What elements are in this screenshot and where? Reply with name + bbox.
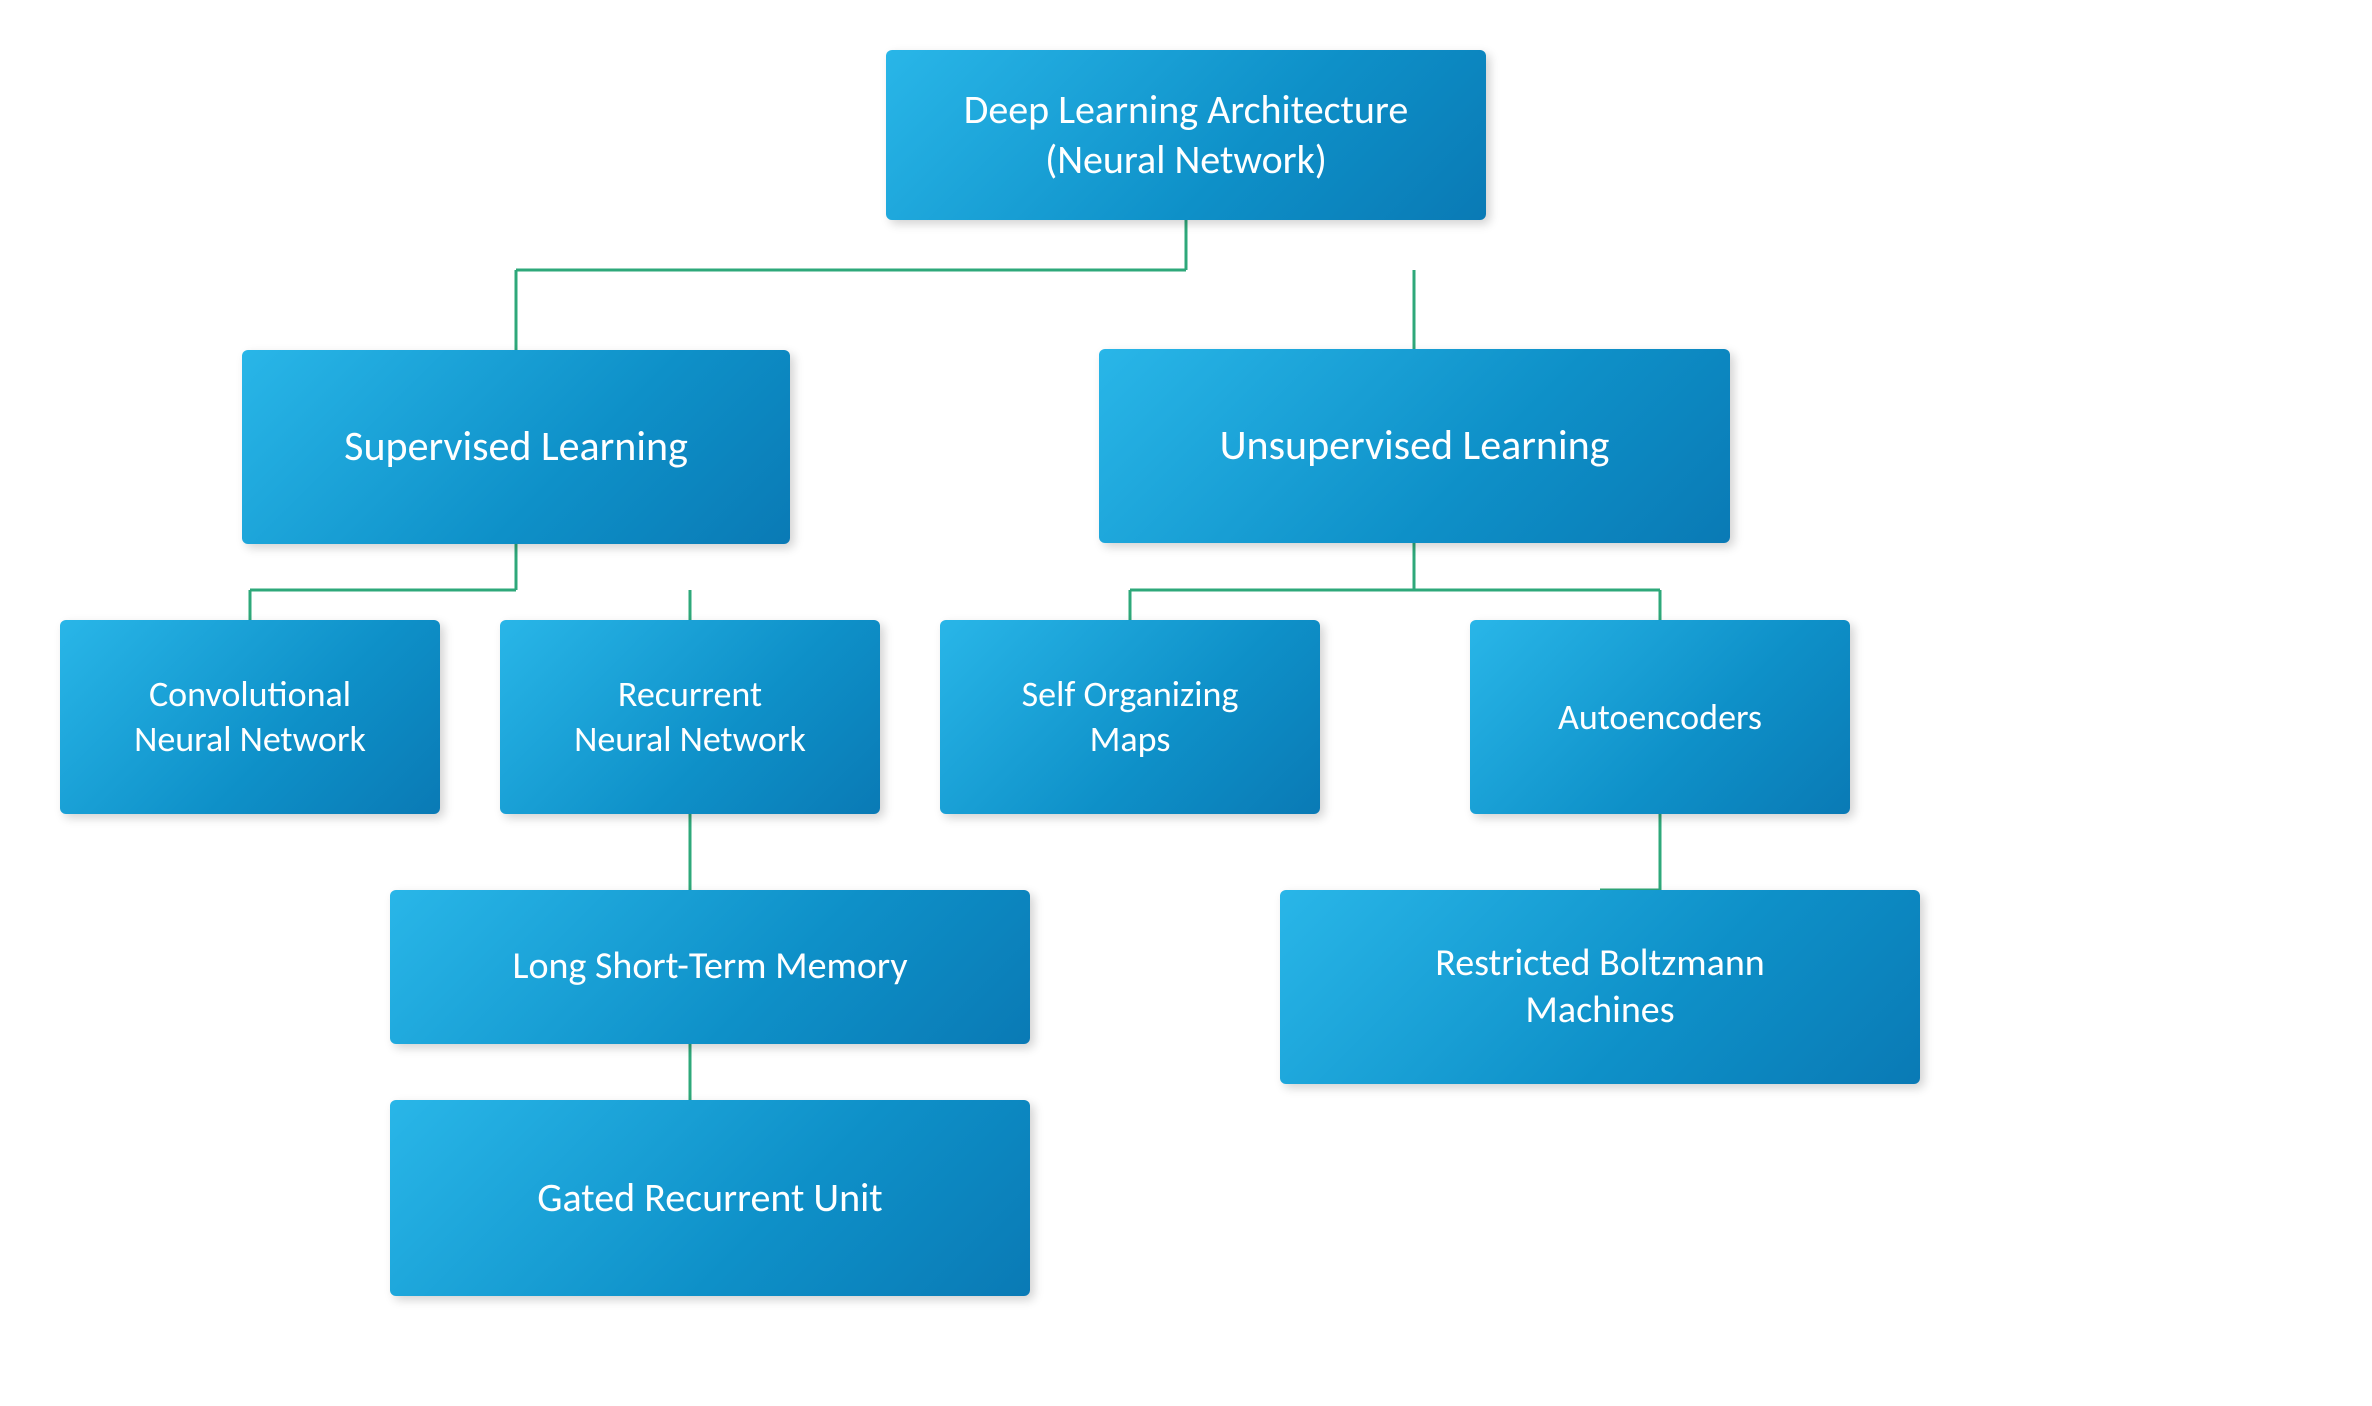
autoencoders-node: Autoencoders (1470, 620, 1850, 814)
gru-node: Gated Recurrent Unit (390, 1100, 1030, 1296)
diagram: Deep Learning Architecture(Neural Networ… (0, 0, 2372, 1406)
rnn-node: RecurrentNeural Network (500, 620, 880, 814)
lstm-node: Long Short-Term Memory (390, 890, 1030, 1044)
som-node: Self OrganizingMaps (940, 620, 1320, 814)
supervised-node: Supervised Learning (242, 350, 790, 544)
root-node: Deep Learning Architecture(Neural Networ… (886, 50, 1486, 220)
cnn-node: ConvolutionalNeural Network (60, 620, 440, 814)
rbm-node: Restricted BoltzmannMachines (1280, 890, 1920, 1084)
unsupervised-node: Unsupervised Learning (1099, 349, 1730, 543)
